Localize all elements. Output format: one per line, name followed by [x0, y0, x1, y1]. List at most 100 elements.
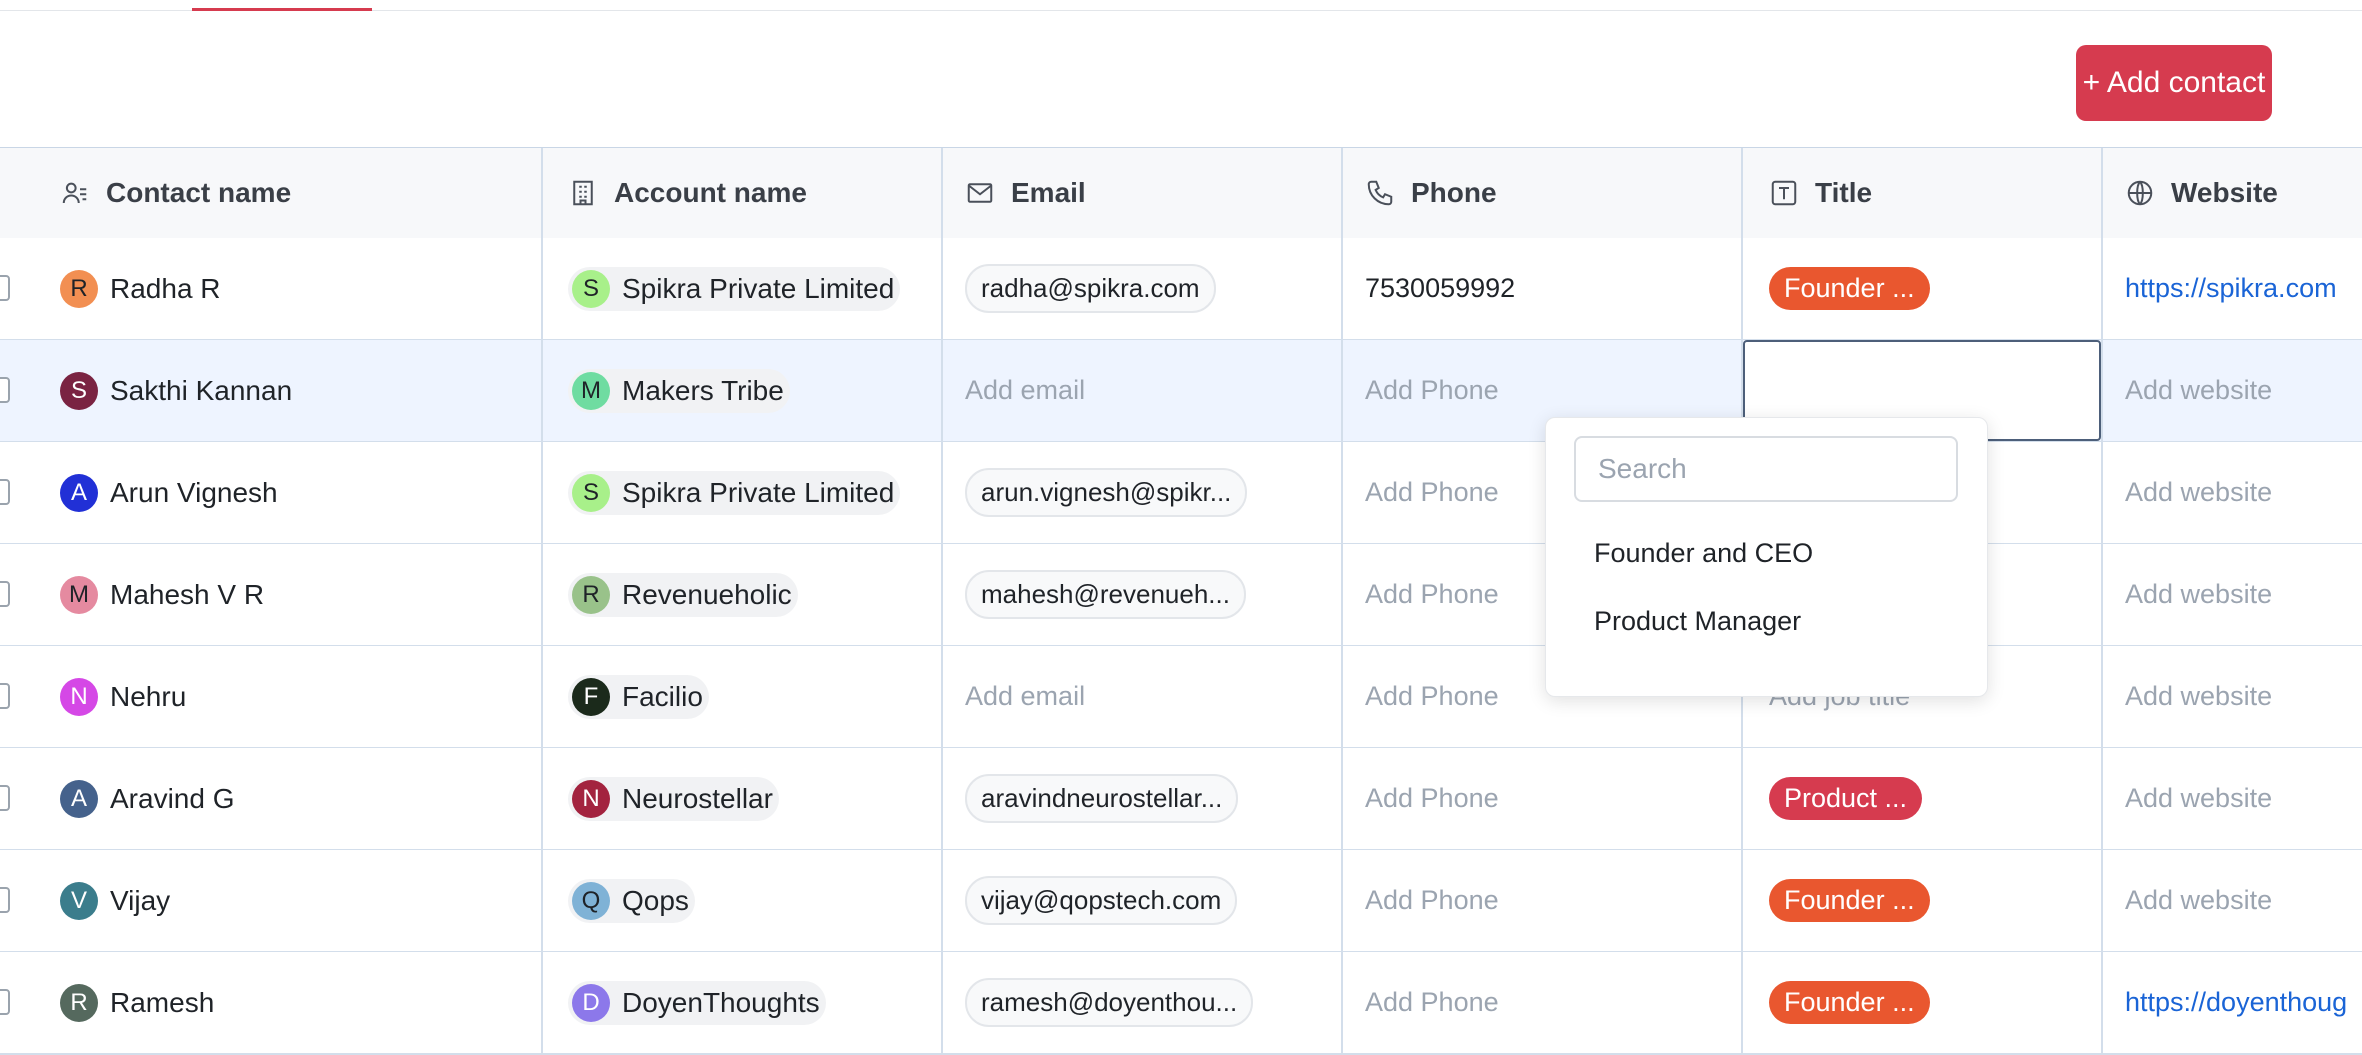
table-row[interactable]: V Vijay Q Qops vijay@qopstech.com Add Ph… — [0, 850, 2362, 953]
contact-name-cell[interactable]: N Nehru — [0, 646, 543, 747]
account-name-cell[interactable]: D DoyenThoughts — [543, 952, 943, 1053]
phone-value: 7530059992 — [1365, 273, 1516, 303]
email-cell[interactable]: mahesh@revenueh... — [943, 544, 1343, 645]
website-link[interactable]: https://spikra.com — [2125, 273, 2337, 304]
account-chip[interactable]: S Spikra Private Limited — [568, 266, 901, 311]
phone-cell[interactable]: Add Phone — [1343, 850, 1743, 951]
title-badge[interactable]: Founder ... — [1769, 879, 1930, 922]
dropdown-option-product-manager[interactable]: Product Manager — [1594, 606, 1801, 637]
account-chip[interactable]: S Spikra Private Limited — [568, 470, 901, 515]
row-checkbox[interactable] — [0, 683, 10, 709]
account-chip[interactable]: M Makers Tribe — [568, 368, 790, 413]
website-cell[interactable]: Add website — [2103, 442, 2362, 543]
title-badge[interactable]: Founder ... — [1769, 981, 1930, 1024]
email-pill[interactable]: aravindneurostellar... — [965, 774, 1239, 823]
website-cell[interactable]: Add website — [2103, 646, 2362, 747]
dropdown-option-founder-ceo[interactable]: Founder and CEO — [1594, 538, 1813, 569]
contact-name-cell[interactable]: A Arun Vignesh — [0, 442, 543, 543]
title-cell[interactable]: Product ... — [1743, 748, 2103, 849]
contact-name[interactable]: Ramesh — [110, 987, 214, 1019]
row-checkbox[interactable] — [0, 989, 10, 1015]
title-cell[interactable]: Founder ... — [1743, 952, 2103, 1053]
phone-cell[interactable]: Add Phone — [1343, 952, 1743, 1053]
title-badge[interactable]: Founder ... — [1769, 267, 1930, 310]
website-cell[interactable]: Add website — [2103, 544, 2362, 645]
account-chip[interactable]: Q Qops — [568, 878, 695, 923]
account-name: Spikra Private Limited — [622, 272, 895, 304]
account-name-cell[interactable]: R Revenueholic — [543, 544, 943, 645]
table-row[interactable]: A Arun Vignesh S Spikra Private Limited … — [0, 442, 2362, 545]
account-name-cell[interactable]: N Neurostellar — [543, 748, 943, 849]
account-chip[interactable]: F Facilio — [568, 674, 709, 719]
website-cell[interactable]: Add website — [2103, 340, 2362, 441]
contact-name[interactable]: Arun Vignesh — [110, 477, 278, 509]
contact-name[interactable]: Aravind G — [110, 783, 235, 815]
website-cell[interactable]: https://doyenthoug — [2103, 952, 2362, 1053]
table-row[interactable]: S Sakthi Kannan M Makers Tribe Add email… — [0, 340, 2362, 443]
website-link[interactable]: https://doyenthoug — [2125, 987, 2347, 1018]
account-chip[interactable]: D DoyenThoughts — [568, 980, 826, 1025]
email-cell[interactable]: ramesh@doyenthou... — [943, 952, 1343, 1053]
row-checkbox[interactable] — [0, 479, 10, 505]
website-cell[interactable]: Add website — [2103, 850, 2362, 951]
account-chip[interactable]: R Revenueholic — [568, 572, 798, 617]
email-pill[interactable]: ramesh@doyenthou... — [965, 978, 1254, 1027]
account-name-cell[interactable]: S Spikra Private Limited — [543, 442, 943, 543]
account-name-cell[interactable]: M Makers Tribe — [543, 340, 943, 441]
column-header-website[interactable]: Website — [2103, 148, 2362, 238]
avatar: N — [60, 677, 98, 716]
column-label: Phone — [1411, 177, 1497, 208]
title-badge[interactable]: Product ... — [1769, 777, 1923, 820]
avatar: R — [60, 983, 98, 1022]
email-cell[interactable]: Add email — [943, 646, 1343, 747]
contact-name[interactable]: Vijay — [110, 885, 170, 917]
phone-cell[interactable]: 7530059992 — [1343, 238, 1743, 339]
contact-name[interactable]: Radha R — [110, 273, 221, 305]
table-row[interactable]: N Nehru F Facilio Add email Add Phone Ad… — [0, 646, 2362, 749]
row-checkbox[interactable] — [0, 275, 10, 301]
row-checkbox[interactable] — [0, 785, 10, 811]
contact-name-cell[interactable]: S Sakthi Kannan — [0, 340, 543, 441]
column-header-contact-name[interactable]: Contact name — [0, 148, 543, 238]
contact-name-cell[interactable]: A Aravind G — [0, 748, 543, 849]
contact-name[interactable]: Nehru — [110, 681, 186, 713]
email-pill[interactable]: arun.vignesh@spikr... — [965, 468, 1248, 517]
column-header-email[interactable]: Email — [943, 148, 1343, 238]
account-name-cell[interactable]: S Spikra Private Limited — [543, 238, 943, 339]
contact-name[interactable]: Mahesh V R — [110, 579, 264, 611]
add-contact-button[interactable]: + Add contact — [2076, 45, 2272, 121]
phone-cell[interactable]: Add Phone — [1343, 748, 1743, 849]
website-cell[interactable]: https://spikra.com — [2103, 238, 2362, 339]
dropdown-search-input[interactable] — [1574, 436, 1958, 502]
account-chip[interactable]: N Neurostellar — [568, 776, 779, 821]
contact-name-cell[interactable]: R Ramesh — [0, 952, 543, 1053]
email-cell[interactable]: radha@spikra.com — [943, 238, 1343, 339]
email-cell[interactable]: aravindneurostellar... — [943, 748, 1343, 849]
table-row[interactable]: A Aravind G N Neurostellar aravindneuros… — [0, 748, 2362, 851]
email-cell[interactable]: Add email — [943, 340, 1343, 441]
row-checkbox[interactable] — [0, 581, 10, 607]
column-header-phone[interactable]: Phone — [1343, 148, 1743, 238]
row-checkbox[interactable] — [0, 887, 10, 913]
email-pill[interactable]: mahesh@revenueh... — [965, 570, 1246, 619]
column-header-title[interactable]: Title — [1743, 148, 2103, 238]
contact-name-cell[interactable]: M Mahesh V R — [0, 544, 543, 645]
table-row[interactable]: R Radha R S Spikra Private Limited radha… — [0, 238, 2362, 341]
title-cell[interactable]: Founder ... — [1743, 850, 2103, 951]
column-header-account-name[interactable]: Account name — [543, 148, 943, 238]
account-name-cell[interactable]: Q Qops — [543, 850, 943, 951]
email-pill[interactable]: radha@spikra.com — [965, 264, 1216, 313]
title-cell[interactable]: Founder ... — [1743, 238, 2103, 339]
account-name: Facilio — [622, 680, 703, 712]
account-name-cell[interactable]: F Facilio — [543, 646, 943, 747]
table-row[interactable]: R Ramesh D DoyenThoughts ramesh@doyentho… — [0, 952, 2362, 1055]
email-pill[interactable]: vijay@qopstech.com — [965, 876, 1238, 925]
email-cell[interactable]: arun.vignesh@spikr... — [943, 442, 1343, 543]
email-cell[interactable]: vijay@qopstech.com — [943, 850, 1343, 951]
contact-name[interactable]: Sakthi Kannan — [110, 375, 292, 407]
row-checkbox[interactable] — [0, 377, 10, 403]
table-row[interactable]: M Mahesh V R R Revenueholic mahesh@reven… — [0, 544, 2362, 647]
contact-name-cell[interactable]: R Radha R — [0, 238, 543, 339]
website-cell[interactable]: Add website — [2103, 748, 2362, 849]
contact-name-cell[interactable]: V Vijay — [0, 850, 543, 951]
